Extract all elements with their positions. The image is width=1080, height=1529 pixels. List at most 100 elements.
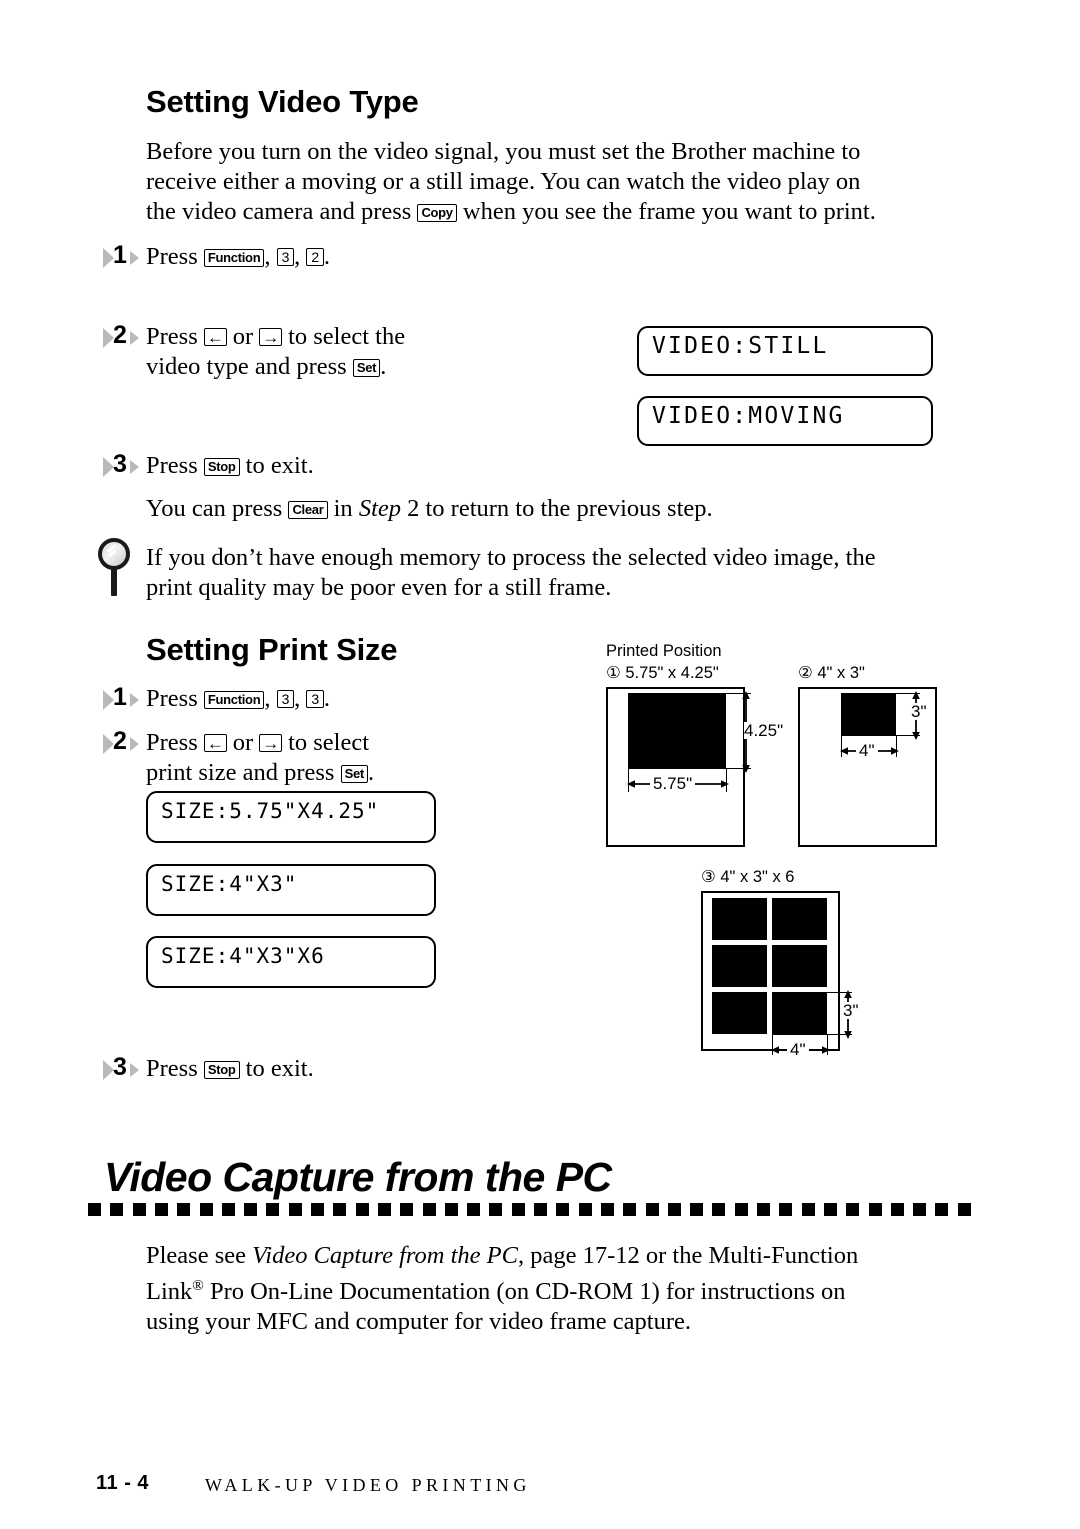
divider-square [801,1203,815,1216]
diagram-1-height-label: 4.25" [744,721,784,740]
step-number: 2 [113,727,127,755]
tip-paragraph: If you don’t have enough memory to proce… [146,543,946,603]
step-3-text: Press Stop to exit. [146,451,314,481]
divider-square [467,1203,481,1216]
divider-square [712,1203,726,1216]
digit-3-key[interactable]: 3 [306,690,324,708]
lcd-text: SIZE:4"X3"X6 [161,944,325,968]
divider-square [489,1203,503,1216]
ps-step-2-period: . [367,759,375,786]
step-2-or-label: or [232,323,254,350]
divider-square [400,1203,414,1216]
left-arrow-key[interactable]: ← [203,734,227,752]
divider-square [88,1203,101,1216]
step-1-text: Press Function, 3, 2. [146,242,330,272]
step-1-sep-1: , [264,243,271,270]
divider-square [311,1203,324,1216]
note-part-b: in [333,495,353,522]
return-note: You can press Clear in Step 2 to return … [146,494,713,524]
footer-page-number: 11 - 4 [96,1472,150,1494]
step-flag-right-icon [130,331,139,345]
digit-3-key[interactable]: 3 [276,690,295,708]
step-number: 3 [113,450,127,478]
set-key[interactable]: Set [340,765,368,783]
lcd-display-size-575x425: SIZE:5.75"X4.25" [146,791,436,843]
step-number: 1 [113,683,127,711]
divider-square [913,1203,927,1216]
divider-square [244,1203,258,1216]
digit-2-key[interactable]: 2 [306,248,324,266]
chapter-divider-rule [88,1203,971,1217]
left-arrow-key[interactable]: ← [203,328,227,346]
diagram-1-photo-area [628,693,726,768]
diagram-3-witness-mid [772,1034,829,1036]
step-marker-1: 1 [100,243,146,277]
step-2-select-label: to select the [288,323,406,350]
ps-step-2-or-label: or [232,729,254,756]
divider-square [600,1203,614,1216]
diagram-2-caption: ② 4" x 3" [798,664,865,682]
divider-square [935,1203,949,1216]
lcd-display-size-4x3x6: SIZE:4"X3"X6 [146,936,436,988]
step-3-press-label: Press [146,452,198,479]
print-size-step-marker-2: 2 [100,729,146,763]
function-key[interactable]: Function [203,691,265,709]
digit-3-key[interactable]: 3 [276,248,295,266]
page-title-setting-video-type: Setting Video Type [146,84,419,119]
step-3-exit-label: to exit. [245,452,314,479]
ps-step-3-exit-label: to exit. [245,1055,314,1082]
function-key[interactable]: Function [203,249,265,267]
stop-key[interactable]: Stop [203,458,240,476]
divider-square [623,1203,637,1216]
divider-square [511,1203,525,1216]
lcd-text: SIZE:5.75"X4.25" [161,799,380,823]
step-marker-2: 2 [100,323,146,357]
vc-body-line2-b: Pro On-Line Documentation (on CD-ROM 1) … [203,1278,846,1306]
print-size-step-3-text: Press Stop to exit. [146,1054,314,1084]
divider-square [556,1203,570,1216]
stop-key[interactable]: Stop [203,1061,240,1079]
step-flag-right-icon [130,460,139,474]
diagram-3-photo-cell [772,898,827,940]
diagram-2-witness-mid [841,735,898,737]
right-arrow-key[interactable]: → [259,734,282,752]
copy-key[interactable]: Copy [417,204,457,222]
magnifier-lens-icon [98,538,130,570]
ps-step-1-sep-1: , [264,685,271,712]
divider-square [757,1203,770,1216]
divider-square [333,1203,347,1216]
step-number: 2 [113,321,127,349]
diagram-2-photo-area [841,693,896,735]
diagram-1-width-label: 5.75" [650,775,696,792]
divider-square [734,1203,748,1216]
print-size-step-1-text: Press Function, 3, 3. [146,684,330,714]
video-type-intro-paragraph: Before you turn on the video signal, you… [146,137,946,227]
print-size-step-2-text: Press ← or → to select print size and pr… [146,728,566,788]
print-size-step-marker-1: 1 [100,685,146,719]
step-flag-right-icon [130,737,139,751]
right-arrow-key[interactable]: → [259,328,282,346]
page-title-setting-print-size: Setting Print Size [146,632,398,667]
divider-square [578,1203,592,1216]
set-key[interactable]: Set [352,359,381,377]
step-1-press-label: Press [146,243,198,270]
ps-step-2-line2-label: print size and press [146,759,335,786]
diagram-3-photo-cell [772,992,827,1034]
divider-square [645,1203,659,1216]
note-part-a: You can press [146,495,283,522]
divider-square [377,1203,391,1216]
diagram-3-height-label: 3" [843,1001,859,1020]
step-number: 3 [113,1053,127,1081]
divider-square [957,1203,971,1216]
divider-square [823,1203,837,1216]
diagram-3-photo-cell [712,898,767,940]
vc-body-italic-title: Video Capture from the PC [252,1242,518,1269]
lcd-display-video-moving: VIDEO:MOVING [637,396,933,446]
step-2-text: Press ← or → to select the video type an… [146,322,566,382]
tip-line-1: If you don’t have enough memory to proce… [146,544,876,571]
divider-square [154,1203,168,1216]
ps-step-3-press-label: Press [146,1055,198,1082]
clear-key[interactable]: Clear [288,501,328,519]
intro-line-2: receive either a moving or a still image… [146,168,861,195]
print-size-step-marker-3: 3 [100,1055,146,1089]
